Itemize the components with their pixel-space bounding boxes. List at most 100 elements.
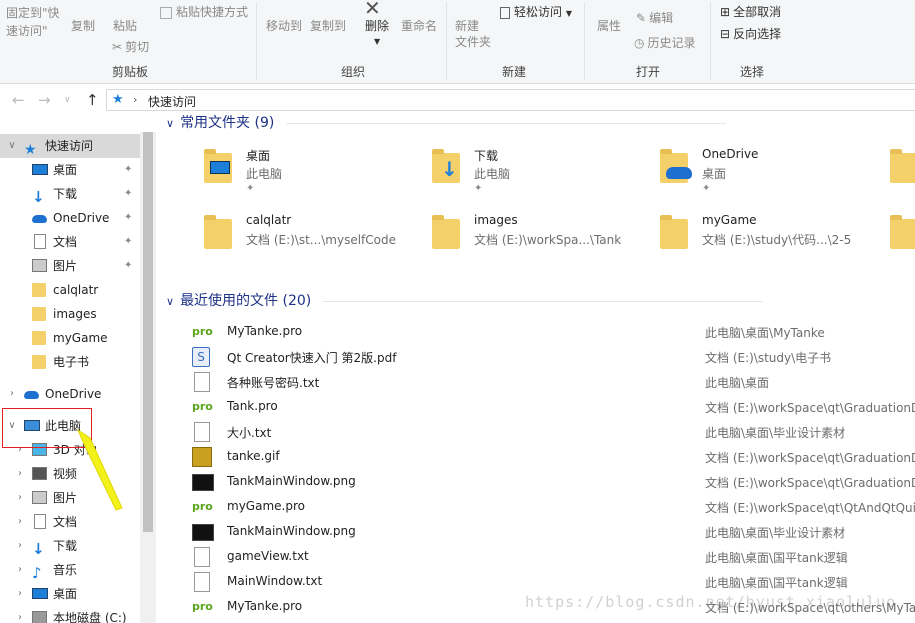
nav-item[interactable]: › OneDrive bbox=[0, 382, 140, 406]
copy-button[interactable]: 复制 bbox=[71, 18, 95, 34]
txt-file-icon bbox=[192, 572, 214, 592]
tile-name: images bbox=[474, 213, 518, 227]
nav-item-label: 音乐 bbox=[53, 563, 78, 577]
frequent-folder-tile[interactable]: images 文档 (E:)\workSpa...\Tank bbox=[428, 213, 648, 269]
pin-icon[interactable]: ✦ bbox=[124, 206, 132, 230]
file-path: 文档 (E:)\workSpace\qt\GraduationD bbox=[705, 451, 915, 465]
recent-file-row[interactable]: pro MyTanke.pro 此电脑\桌面\MyTanke bbox=[192, 320, 912, 345]
chevron-right-icon[interactable]: › bbox=[14, 486, 26, 510]
ribbon-separator bbox=[584, 2, 585, 80]
nav-item[interactable]: myGame bbox=[0, 326, 140, 350]
delete-button[interactable]: 删除 ▼ bbox=[365, 18, 389, 50]
invert-selection-button[interactable]: ⊟ 反向选择 bbox=[720, 26, 781, 42]
nav-item[interactable]: 文档 ✦ bbox=[0, 230, 140, 254]
recent-files-header[interactable]: ∨ 最近使用的文件 (20) bbox=[166, 290, 764, 310]
nav-item[interactable]: › 文档 bbox=[0, 510, 140, 534]
nav-item[interactable]: › 桌面 bbox=[0, 582, 140, 606]
recent-file-row[interactable]: pro Tank.pro 文档 (E:)\workSpace\qt\Gradua… bbox=[192, 395, 915, 420]
chevron-right-icon[interactable]: › bbox=[14, 510, 26, 534]
nav-item[interactable]: ↓ 下载 ✦ bbox=[0, 182, 140, 206]
frequent-folders-header[interactable]: ∨ 常用文件夹 (9) bbox=[166, 115, 727, 132]
forward-arrow-icon[interactable]: → bbox=[38, 91, 51, 109]
chevron-right-icon[interactable]: › bbox=[6, 382, 18, 406]
copy-to-button[interactable]: 复制到 bbox=[310, 18, 346, 34]
pin-icon[interactable]: ✦ bbox=[124, 158, 132, 182]
frequent-folder-tile[interactable]: 桌面 此电脑 ✦ bbox=[200, 147, 420, 203]
easy-access-button[interactable]: 轻松访问 ▼ bbox=[500, 4, 572, 22]
folder-icon bbox=[200, 213, 240, 257]
nav-item-label: OneDrive bbox=[45, 387, 102, 401]
nav-item[interactable]: images bbox=[0, 302, 140, 326]
tile-location: 此电脑 bbox=[474, 167, 511, 181]
breadcrumb[interactable]: 快速访问 bbox=[148, 93, 196, 110]
frequent-header-label: 常用文件夹 (9) bbox=[180, 115, 275, 131]
address-input[interactable]: ★ › 快速访问 bbox=[106, 89, 915, 111]
chevron-right-icon[interactable]: › bbox=[14, 534, 26, 558]
nav-scrollbar[interactable] bbox=[140, 132, 156, 623]
select-none-button[interactable]: ⊞ 全部取消 bbox=[720, 4, 781, 20]
pdf-file-icon: S bbox=[192, 347, 214, 367]
pin-icon[interactable]: ✦ bbox=[124, 254, 132, 278]
recent-file-row[interactable]: gameView.txt 此电脑\桌面\国平tank逻辑 bbox=[192, 545, 912, 570]
pin-icon[interactable]: ✦ bbox=[246, 183, 254, 194]
copy-to-label: 复制到 bbox=[310, 19, 347, 33]
recent-file-row[interactable]: MainWindow.txt 此电脑\桌面\国平tank逻辑 bbox=[192, 570, 912, 595]
nav-item[interactable]: OneDrive ✦ bbox=[0, 206, 140, 230]
back-arrow-icon[interactable]: ← bbox=[12, 91, 25, 109]
recent-locations-chevron-icon[interactable]: ∨ bbox=[64, 95, 71, 105]
chevron-down-icon[interactable]: ∨ bbox=[6, 134, 18, 158]
frequent-folder-tile[interactable]: calqlatr 文档 (E:)\st...\myselfCode bbox=[200, 213, 420, 269]
chevron-right-icon[interactable]: › bbox=[14, 462, 26, 486]
frequent-folder-tile[interactable]: ↓ 下载 此电脑 ✦ bbox=[428, 147, 648, 203]
frequent-folder-tile[interactable]: OneDrive 桌面 ✦ bbox=[656, 147, 876, 203]
pin-icon[interactable]: ✦ bbox=[124, 182, 132, 206]
nav-item[interactable]: 电子书 bbox=[0, 350, 140, 374]
file-name: tanke.gif bbox=[227, 449, 280, 463]
nav-item[interactable]: calqlatr bbox=[0, 278, 140, 302]
tile-location: 此电脑 bbox=[246, 167, 283, 181]
up-arrow-icon[interactable]: ↑ bbox=[86, 91, 99, 109]
frequent-folder-tile-partial[interactable] bbox=[886, 213, 915, 269]
pin-icon[interactable]: ✦ bbox=[124, 230, 132, 254]
nav-item[interactable]: › 本地磁盘 (C:) bbox=[0, 606, 140, 623]
nav-item[interactable]: ∨ ★ 快速访问 bbox=[0, 134, 140, 158]
recent-file-row[interactable]: pro myGame.pro 文档 (E:)\workSpace\qt\QtAn… bbox=[192, 495, 915, 520]
recent-file-row[interactable]: S Qt Creator快速入门 第2版.pdf 文档 (E:)\study\电… bbox=[192, 345, 912, 370]
pin-icon[interactable]: ✦ bbox=[702, 183, 710, 194]
chevron-right-icon[interactable]: › bbox=[14, 558, 26, 582]
recent-file-row[interactable]: 各种账号密码.txt 此电脑\桌面 bbox=[192, 370, 912, 395]
nav-item[interactable]: › ♪ 音乐 bbox=[0, 558, 140, 582]
recent-file-row[interactable]: TankMainWindow.png 文档 (E:)\workSpace\qt\… bbox=[192, 470, 915, 495]
chevron-right-icon[interactable]: › bbox=[14, 606, 26, 623]
breadcrumb-chevron-icon: › bbox=[133, 93, 138, 106]
pin-icon[interactable]: ✦ bbox=[474, 183, 482, 194]
nav-item-label: calqlatr bbox=[53, 283, 99, 297]
nav-item[interactable]: 桌面 ✦ bbox=[0, 158, 140, 182]
address-bar-row: ← → ∨ ↑ ★ › 快速访问 bbox=[0, 85, 915, 115]
nav-item-label: 图片 bbox=[53, 491, 78, 505]
paste-button[interactable]: 粘贴 bbox=[113, 18, 137, 34]
chevron-right-icon[interactable]: › bbox=[14, 582, 26, 606]
pro-file-icon: pro bbox=[192, 325, 213, 338]
edit-button[interactable]: ✎ 编辑 bbox=[636, 10, 673, 26]
chevron-down-icon: ∨ bbox=[166, 295, 175, 308]
frequent-folder-tile-partial[interactable] bbox=[886, 147, 915, 203]
properties-button[interactable]: 属性 bbox=[597, 18, 621, 34]
paste-shortcut-button[interactable]: 粘贴快捷方式 bbox=[160, 4, 248, 20]
recent-file-row[interactable]: TankMainWindow.png 此电脑\桌面\毕业设计素材 bbox=[192, 520, 912, 545]
nav-scrollbar-thumb[interactable] bbox=[143, 132, 153, 532]
frequent-folder-tile[interactable]: myGame 文档 (E:)\study\代码...\2-5 bbox=[656, 213, 876, 269]
arrow-annotation bbox=[76, 428, 123, 511]
pin-to-quick-access-button[interactable]: 固定到"快速访问" bbox=[6, 4, 66, 40]
move-to-button[interactable]: 移动到 bbox=[266, 18, 302, 34]
new-folder-button[interactable]: 新建 文件夹 bbox=[455, 18, 491, 50]
nav-item[interactable]: › ↓ 下载 bbox=[0, 534, 140, 558]
recent-file-row[interactable]: 大小.txt 此电脑\桌面\毕业设计素材 bbox=[192, 420, 912, 445]
paste-label: 粘贴 bbox=[113, 19, 138, 33]
recent-file-row[interactable]: tanke.gif 文档 (E:)\workSpace\qt\Graduatio… bbox=[192, 445, 915, 470]
nav-item[interactable]: 图片 ✦ bbox=[0, 254, 140, 278]
folder-icon bbox=[32, 330, 48, 346]
cut-button[interactable]: ✂ 剪切 bbox=[112, 39, 149, 55]
rename-button[interactable]: 重命名 bbox=[401, 18, 437, 34]
history-button[interactable]: ◷ 历史记录 bbox=[634, 35, 696, 51]
